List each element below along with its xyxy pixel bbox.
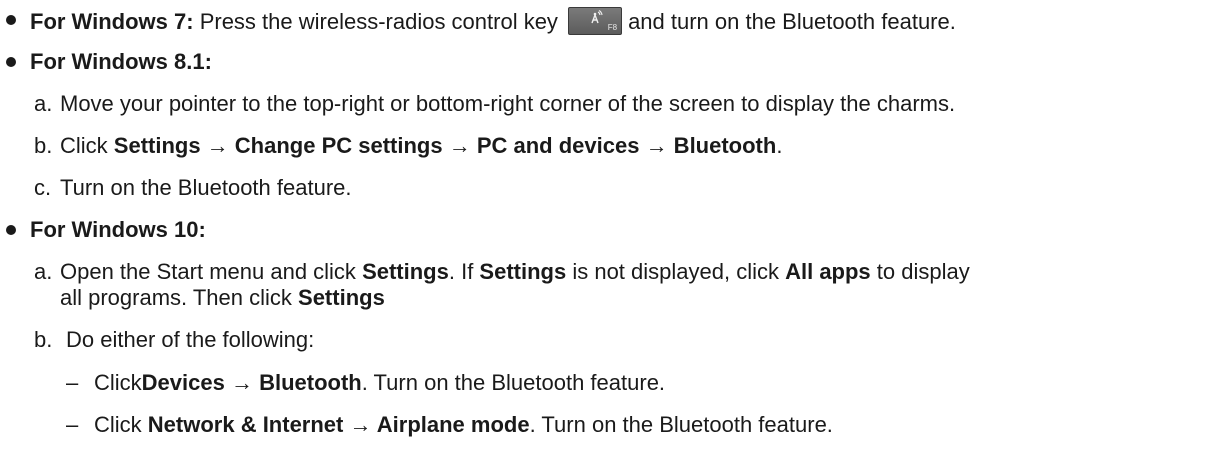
windows-8-1-step-c: Turn on the Bluetooth feature. — [60, 175, 352, 200]
step-marker: c. — [34, 175, 52, 200]
bullet-windows-7 — [6, 15, 16, 25]
windows-8-1-step-b: Click Settings → Change PC settings → PC… — [60, 133, 782, 159]
bullet-windows-10 — [6, 225, 16, 235]
settings-path: Settings → Change PC settings → PC and d… — [113, 133, 777, 158]
windows-10-step-b: Do either of the following: — [66, 327, 315, 352]
option-prefix: Click — [94, 370, 142, 395]
windows-7-item: For Windows 7: Press the wireless-radios… — [30, 7, 956, 35]
windows-8-1-step-a: Move your pointer to the top-right or bo… — [60, 91, 956, 116]
wireless-radios-key: F8 — [568, 7, 623, 35]
wireless-antenna-icon — [591, 10, 603, 24]
step-a-text: to display — [870, 259, 970, 284]
step-marker: a. — [34, 91, 53, 116]
key-label: F8 — [607, 23, 618, 32]
network-path: Network & Internet → Airplane mode — [147, 412, 530, 437]
settings-bold: Settings — [479, 259, 567, 284]
windows-10-option-network: Click Network & Internet → Airplane mode… — [94, 412, 833, 438]
step-a-text: . If — [448, 259, 480, 284]
windows-7-text-after: and turn on the Bluetooth feature. — [628, 9, 956, 34]
windows-7-text: Press the wireless-radios control key — [193, 9, 558, 34]
devices-path: Devices → Bluetooth — [141, 370, 362, 395]
step-marker: a. — [34, 259, 53, 284]
settings-bold: Settings — [298, 285, 385, 310]
option-suffix: . Turn on the Bluetooth feature. — [361, 370, 666, 395]
windows-8-1-heading: For Windows 8.1: — [30, 49, 212, 75]
step-a-text: all programs. Then click — [60, 285, 299, 310]
option-prefix: Click — [94, 412, 148, 437]
windows-10-step-a-line-1: Open the Start menu and click Settings. … — [60, 259, 970, 285]
windows-10-option-devices: ClickDevices → Bluetooth. Turn on the Bl… — [94, 370, 665, 396]
all-apps-bold: All apps — [785, 259, 871, 284]
step-a-text: Open the Start menu and click — [60, 259, 363, 284]
windows-7-heading: For Windows 7: — [30, 9, 194, 34]
windows-10-heading-text: For Windows 10: — [30, 217, 206, 242]
windows-10-heading: For Windows 10: — [30, 217, 206, 243]
bullet-windows-8-1 — [6, 57, 16, 67]
settings-bold: Settings — [362, 259, 449, 284]
step-marker: b. — [34, 327, 53, 352]
windows-8-1-heading-text: For Windows 8.1: — [30, 49, 212, 74]
option-dash: – — [66, 370, 79, 395]
step-a-text: is not displayed, click — [566, 259, 786, 284]
option-suffix: . Turn on the Bluetooth feature. — [529, 412, 833, 437]
step-b-suffix: . — [776, 133, 783, 158]
step-b-prefix: Click — [60, 133, 114, 158]
step-marker: b. — [34, 133, 53, 158]
windows-10-step-a-line-2: all programs. Then click Settings — [60, 285, 385, 311]
option-dash: – — [66, 412, 79, 437]
